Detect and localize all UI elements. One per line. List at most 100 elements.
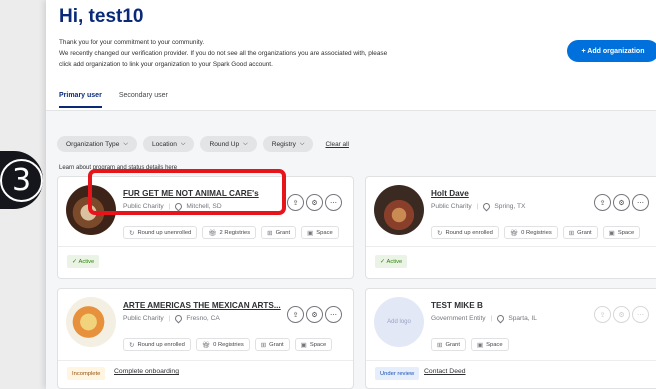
share-icon[interactable]: ⇪ xyxy=(287,306,304,323)
filter-label: Location xyxy=(151,140,177,148)
grant-icon: ⊞ xyxy=(267,229,273,237)
grant-icon: ⊞ xyxy=(260,341,267,349)
card-divider xyxy=(58,360,353,361)
roundup-chip: ↻ Round up enrolled xyxy=(431,226,499,239)
add-organization-button[interactable]: + Add organization xyxy=(567,40,656,62)
filter-label: Round Up xyxy=(209,140,240,148)
org-type: Government Entity xyxy=(431,315,486,322)
share-icon[interactable]: ⇪ xyxy=(594,194,611,211)
space-chip: ▣ Space xyxy=(602,226,641,239)
org-name-link[interactable]: Holt Dave xyxy=(431,189,469,198)
chip-label: Space xyxy=(316,229,333,236)
filter-round-up[interactable]: Round Up ⌵ xyxy=(200,136,257,152)
chip-label: 0 Registries xyxy=(521,229,552,236)
status-label: Active xyxy=(386,258,403,265)
step-marker: 3 xyxy=(0,151,43,209)
chip-label: Round up unenrolled xyxy=(137,229,192,236)
gift-icon: 🎁︎ xyxy=(201,341,211,349)
card-actions: ⇪ ⚙ ⋯ xyxy=(594,194,651,211)
intro-line: Thank you for your commitment to your co… xyxy=(59,39,205,46)
org-location: Fresno, CA xyxy=(186,315,220,322)
location-pin-icon xyxy=(481,201,492,212)
filter-registry[interactable]: Registry ⌵ xyxy=(262,136,314,152)
roundup-icon: ↻ xyxy=(437,229,443,237)
intro-line: We recently changed our verification pro… xyxy=(59,50,388,57)
card-actions: ⇪ ⚙ ⋯ xyxy=(287,306,344,323)
space-chip: ▣ Space xyxy=(294,338,333,351)
registries-chip: 🎁︎ 2 Registries xyxy=(202,226,257,239)
filter-label: Registry xyxy=(271,140,296,148)
roundup-chip: ↻ Round up enrolled xyxy=(123,338,191,351)
separator: | xyxy=(476,203,479,210)
registries-chip: 🎁︎ 0 Registries xyxy=(195,338,250,351)
grant-chip: ⊞ Grant xyxy=(254,338,290,351)
add-logo-placeholder[interactable]: Add logo xyxy=(374,297,424,347)
org-location: Sparta, IL xyxy=(508,315,537,322)
org-name-link[interactable]: ARTE AMERICAS THE MEXICAN ARTS... xyxy=(123,301,281,310)
space-icon: ▣ xyxy=(307,229,314,237)
space-icon: ▣ xyxy=(608,229,615,237)
step-number: 3 xyxy=(0,158,43,202)
space-icon: ▣ xyxy=(476,341,484,349)
more-options-icon[interactable]: ⋯ xyxy=(325,306,342,323)
org-card: ARTE AMERICAS THE MEXICAN ARTS... Public… xyxy=(57,288,354,389)
gift-icon: 🎁︎ xyxy=(509,229,519,237)
chevron-down-icon: ⌵ xyxy=(299,140,305,147)
settings-icon[interactable]: ⚙ xyxy=(306,194,323,211)
org-attributes: ↻ Round up enrolled 🎁︎ 0 Registries ⊞ Grant… xyxy=(123,338,337,351)
filter-location[interactable]: Location ⌵ xyxy=(142,136,195,152)
roundup-chip: ↻ Round up unenrolled xyxy=(123,226,198,239)
status-badge: ✓ Active xyxy=(375,255,408,268)
contact-deed-link[interactable]: Contact Deed xyxy=(424,368,466,375)
grant-chip: ⊞ Grant xyxy=(261,226,297,239)
roundup-icon: ↻ xyxy=(129,341,135,349)
complete-onboarding-link[interactable]: Complete onboarding xyxy=(114,368,179,375)
tab-primary-user[interactable]: Primary user xyxy=(59,92,102,108)
org-attributes: ↻ Round up unenrolled 🎁︎ 2 Registries ⊞ Gra… xyxy=(123,226,344,239)
page-title: Hi, test10 xyxy=(59,6,144,27)
card-divider xyxy=(366,360,656,361)
clear-all-link[interactable]: Clear all xyxy=(325,141,348,148)
more-options-icon[interactable]: ⋯ xyxy=(325,194,342,211)
status-label: Active xyxy=(78,258,95,265)
more-options-icon[interactable]: ⋯ xyxy=(632,194,649,211)
chip-label: Grant xyxy=(577,229,592,236)
highlight-box xyxy=(88,169,286,215)
settings-icon[interactable]: ⚙ xyxy=(613,194,630,211)
settings-icon[interactable]: ⚙ xyxy=(306,306,323,323)
gift-icon: 🎁︎ xyxy=(208,229,217,237)
chevron-down-icon: ⌵ xyxy=(180,140,186,147)
share-icon[interactable]: ⇪ xyxy=(287,194,304,211)
share-icon: ⇪ xyxy=(594,306,611,323)
filter-organization-type[interactable]: Organization Type ⌵ xyxy=(57,136,137,152)
grant-chip: ⊞ Grant xyxy=(562,226,598,239)
org-type: Public Charity xyxy=(123,315,164,322)
org-name: TEST MIKE B xyxy=(431,301,483,310)
chip-label: Space xyxy=(617,229,635,236)
org-meta: Government Entity | Sparta, IL xyxy=(431,313,537,324)
org-location: Spring, TX xyxy=(494,203,526,210)
chip-label: 0 Registries xyxy=(213,341,244,348)
filter-label: Organization Type xyxy=(66,140,120,148)
chip-label: Grant xyxy=(269,341,284,348)
intro-line: click add organization to link your orga… xyxy=(59,61,273,68)
separator: | xyxy=(168,315,171,322)
registries-chip: 🎁︎ 0 Registries xyxy=(503,226,558,239)
grant-icon: ⊞ xyxy=(568,229,575,237)
org-attributes: ⊞ Grant ▣ Space xyxy=(431,338,514,351)
chip-label: 2 Registries xyxy=(219,229,251,236)
org-logo xyxy=(374,185,424,235)
card-divider xyxy=(58,246,353,247)
status-badge: ✓ Active xyxy=(67,255,100,268)
card-divider xyxy=(366,246,656,247)
filter-bar: Organization Type ⌵ Location ⌵ Round Up ⌵ R… xyxy=(57,136,349,152)
tab-secondary-user[interactable]: Secondary user xyxy=(119,92,168,108)
space-chip: ▣ Space xyxy=(470,338,509,351)
user-tabs: Primary user Secondary user xyxy=(59,92,185,108)
org-attributes: ↻ Round up enrolled 🎁︎ 0 Registries ⊞ Grant… xyxy=(431,226,645,239)
card-actions: ⇪ ⚙ ⋯ xyxy=(594,306,651,323)
separator: | xyxy=(490,315,493,322)
space-chip: ▣ Space xyxy=(301,226,339,239)
org-card: Holt Dave Public Charity | Spring, TX ⇪ ⚙ … xyxy=(365,176,656,279)
grant-icon: ⊞ xyxy=(437,341,443,349)
